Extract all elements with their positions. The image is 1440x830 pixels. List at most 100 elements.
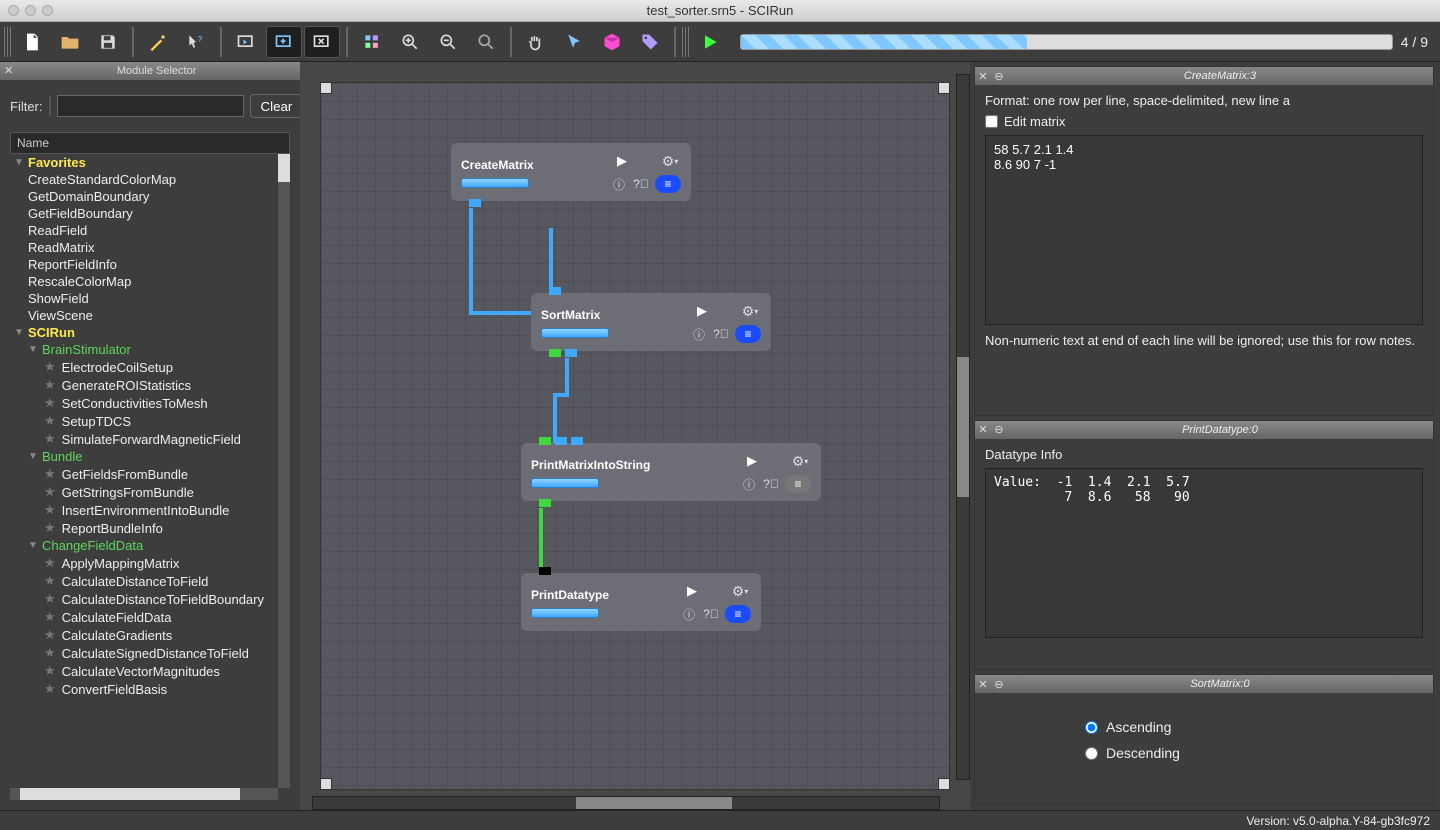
tree-item[interactable]: ★CalculateSignedDistanceToField	[10, 644, 278, 662]
matrix-textarea[interactable]: 58 5.7 2.1 1.4 8.6 90 7 -1	[985, 135, 1423, 325]
descending-radio[interactable]: Descending	[1085, 745, 1180, 761]
module-info-icon[interactable]: ⓘ	[611, 176, 627, 192]
tree-scrollbar-vertical[interactable]	[278, 154, 290, 788]
panel-pin-icon[interactable]: ⊖	[991, 678, 1007, 691]
module-menu-button[interactable]: ≡	[725, 605, 751, 623]
module-printdatatype[interactable]: PrintDatatype▶⚙▾ⓘ?⃝≡	[521, 573, 761, 631]
zoom-out-button[interactable]	[430, 26, 466, 58]
edit-matrix-checkbox[interactable]	[985, 115, 998, 128]
module-sortmatrix[interactable]: SortMatrix▶⚙▾ⓘ?⃝≡	[531, 293, 771, 351]
package-button[interactable]	[594, 26, 630, 58]
module-port[interactable]	[539, 437, 551, 445]
tree-item[interactable]: ★ElectrodeCoilSetup	[10, 358, 278, 376]
clear-module-button[interactable]	[304, 26, 340, 58]
module-port[interactable]	[571, 437, 583, 445]
module-port[interactable]	[539, 499, 551, 507]
panel-close-icon[interactable]: ✕	[975, 423, 991, 436]
module-tree[interactable]: ▼FavoritesCreateStandardColorMapGetDomai…	[10, 154, 278, 788]
tree-item[interactable]: CreateStandardColorMap	[10, 171, 278, 188]
tree-item[interactable]: ReadField	[10, 222, 278, 239]
zoom-in-button[interactable]	[392, 26, 428, 58]
tree-item[interactable]: ★CalculateDistanceToField	[10, 572, 278, 590]
module-port[interactable]	[565, 349, 577, 357]
tree-item[interactable]: ★CalculateDistanceToFieldBoundary	[10, 590, 278, 608]
module-settings-icon[interactable]: ⚙▾	[662, 153, 678, 169]
module-info-icon[interactable]: ⓘ	[741, 476, 757, 492]
tree-item[interactable]: ▼Bundle	[10, 448, 278, 465]
module-play-icon[interactable]: ▶	[694, 303, 710, 319]
tree-item[interactable]: ★SimulateForwardMagneticField	[10, 430, 278, 448]
grid-snap-button[interactable]	[354, 26, 390, 58]
module-info-icon[interactable]: ⓘ	[691, 326, 707, 342]
run-script-button[interactable]	[228, 26, 264, 58]
tree-item[interactable]: ★CalculateFieldData	[10, 608, 278, 626]
panel-close-icon[interactable]: ✕	[975, 678, 991, 691]
module-port[interactable]	[549, 287, 561, 295]
module-creatematrix[interactable]: CreateMatrix▶⚙▾ⓘ?⃝≡	[451, 143, 691, 201]
tree-item[interactable]: ★SetConductivitiesToMesh	[10, 394, 278, 412]
tree-column-header[interactable]: Name	[10, 132, 290, 154]
tree-item[interactable]: ▼SCIRun	[10, 324, 278, 341]
module-settings-icon[interactable]: ⚙▾	[742, 303, 758, 319]
module-printmatrixintostring[interactable]: PrintMatrixIntoString▶⚙▾ⓘ?⃝≡	[521, 443, 821, 501]
add-module-button[interactable]	[266, 26, 302, 58]
tree-item[interactable]: ★GetStringsFromBundle	[10, 483, 278, 501]
wand-button[interactable]	[140, 26, 176, 58]
zoom-icon[interactable]	[42, 5, 53, 16]
network-canvas[interactable]: CreateMatrix▶⚙▾ⓘ?⃝≡SortMatrix▶⚙▾ⓘ?⃝≡Prin…	[320, 82, 950, 790]
tree-item[interactable]: ★InsertEnvironmentIntoBundle	[10, 501, 278, 519]
tree-item[interactable]: ★CalculateVectorMagnitudes	[10, 662, 278, 680]
module-play-icon[interactable]: ▶	[744, 453, 760, 469]
module-play-icon[interactable]: ▶	[684, 583, 700, 599]
module-menu-button[interactable]: ≡	[785, 475, 811, 493]
clear-button[interactable]: Clear	[250, 94, 304, 118]
module-port[interactable]	[539, 567, 551, 575]
tree-item[interactable]: ★SetupTDCS	[10, 412, 278, 430]
panel-pin-icon[interactable]: ⊖	[991, 423, 1007, 436]
module-port[interactable]	[555, 437, 567, 445]
tree-item[interactable]: GetDomainBoundary	[10, 188, 278, 205]
tree-item[interactable]: ★GetFieldsFromBundle	[10, 465, 278, 483]
module-settings-icon[interactable]: ⚙▾	[792, 453, 808, 469]
canvas-scrollbar-horizontal[interactable]	[312, 796, 940, 810]
tree-item[interactable]: ReportFieldInfo	[10, 256, 278, 273]
module-port[interactable]	[549, 349, 561, 357]
close-panel-icon[interactable]: ✕	[4, 62, 13, 80]
tree-item[interactable]: ShowField	[10, 290, 278, 307]
module-menu-button[interactable]: ≡	[735, 325, 761, 343]
module-help-icon[interactable]: ?⃝	[713, 326, 729, 342]
pan-button[interactable]	[518, 26, 554, 58]
tree-item[interactable]: ▼ChangeFieldData	[10, 537, 278, 554]
save-button[interactable]	[90, 26, 126, 58]
tree-item[interactable]: GetFieldBoundary	[10, 205, 278, 222]
ascending-radio[interactable]: Ascending	[1085, 719, 1171, 735]
execute-button[interactable]	[692, 26, 728, 58]
module-menu-button[interactable]: ≡	[655, 175, 681, 193]
tag-button[interactable]	[632, 26, 668, 58]
select-button[interactable]	[556, 26, 592, 58]
zoom-reset-button[interactable]	[468, 26, 504, 58]
tree-item[interactable]: ViewScene	[10, 307, 278, 324]
tree-item[interactable]: ★ApplyMappingMatrix	[10, 554, 278, 572]
tree-scrollbar-horizontal[interactable]	[10, 788, 278, 800]
new-file-button[interactable]	[14, 26, 50, 58]
tree-item[interactable]: ★CalculateGradients	[10, 626, 278, 644]
tree-item[interactable]: ▼Favorites	[10, 154, 278, 171]
tree-item[interactable]: RescaleColorMap	[10, 273, 278, 290]
module-help-icon[interactable]: ?⃝	[763, 476, 779, 492]
tree-item[interactable]: ★GenerateROIStatistics	[10, 376, 278, 394]
filter-input[interactable]	[57, 95, 244, 117]
module-play-icon[interactable]: ▶	[614, 153, 630, 169]
tree-item[interactable]: ▼BrainStimulator	[10, 341, 278, 358]
module-help-icon[interactable]: ?⃝	[703, 606, 719, 622]
panel-close-icon[interactable]: ✕	[975, 70, 991, 83]
tree-item[interactable]: ★ConvertFieldBasis	[10, 680, 278, 698]
help-pointer-button[interactable]: ?	[178, 26, 214, 58]
module-help-icon[interactable]: ?⃝	[633, 176, 649, 192]
close-icon[interactable]	[8, 5, 19, 16]
open-folder-button[interactable]	[52, 26, 88, 58]
tree-item[interactable]: ★ReportBundleInfo	[10, 519, 278, 537]
tree-item[interactable]: ReadMatrix	[10, 239, 278, 256]
canvas-scrollbar-vertical[interactable]	[956, 74, 970, 780]
filter-mode-dropdown[interactable]	[49, 96, 51, 116]
